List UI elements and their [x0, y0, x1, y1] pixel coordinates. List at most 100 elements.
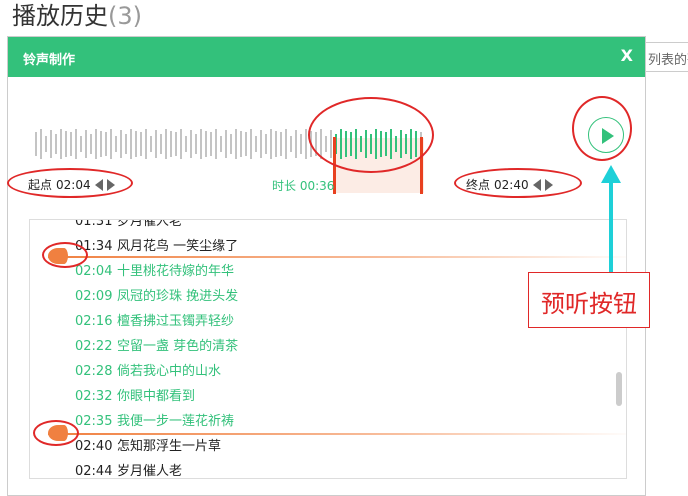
end-marker[interactable]	[48, 425, 626, 441]
waveform-bar	[180, 129, 182, 159]
lyric-row[interactable]: 02:22 空留一盏 芽色的清茶	[75, 335, 238, 354]
waveform-bar	[285, 129, 287, 159]
lyric-time: 02:09	[75, 289, 113, 304]
annotation-arrow-head-icon	[601, 165, 621, 183]
waveform-bar	[200, 129, 202, 159]
waveform-bar	[80, 136, 82, 152]
waveform-bar	[140, 132, 142, 156]
waveform-bar	[230, 134, 232, 154]
waveform-bar	[190, 130, 192, 158]
lyric-row[interactable]: 01:34 风月花鸟 一笑尘缘了	[75, 235, 238, 254]
lyric-time: 01:31	[75, 219, 113, 229]
waveform-bar	[70, 132, 72, 156]
waveform-bar	[295, 130, 297, 158]
waveform-bar	[275, 131, 277, 157]
waveform-bar	[235, 129, 237, 159]
waveform-bar	[60, 129, 62, 159]
waveform-bar	[55, 134, 57, 154]
duration: 时长 00:36	[272, 177, 334, 194]
annotation-circle-selection	[308, 97, 434, 173]
waveform-bar	[175, 132, 177, 156]
lyric-text: 凤冠的珍珠 挽进头发	[117, 289, 239, 304]
waveform-bar	[145, 129, 147, 159]
waveform-bar	[135, 131, 137, 157]
lyric-time: 02:40	[75, 439, 113, 454]
page-title: 播放历史(3)	[12, 0, 142, 31]
waveform-bar	[250, 129, 252, 159]
lyric-time: 02:22	[75, 339, 113, 354]
scrollbar[interactable]	[616, 372, 622, 406]
waveform-bar	[115, 136, 117, 152]
waveform-bar	[120, 130, 122, 158]
annotation-arrow	[609, 180, 613, 280]
waveform-bar	[50, 130, 52, 158]
annotation-circle-end	[454, 168, 582, 198]
lyric-time: 02:35	[75, 414, 113, 429]
dialog-title: 铃声制作	[23, 53, 76, 68]
dialog-header: 铃声制作 X	[8, 37, 645, 77]
lyric-text: 空留一盏 芽色的清茶	[117, 339, 239, 354]
lyric-row[interactable]: 02:28 倘若我心中的山水	[75, 360, 221, 379]
waveform-bar	[160, 134, 162, 154]
lyrics-list[interactable]: 02:44 岁月催人老 02:40 怎知那浮生一片草 02:35 我便一步一莲花祈祷 02:…	[29, 219, 627, 479]
waveform-bar	[155, 130, 157, 158]
lyric-row[interactable]: 01:31 岁月催人老	[75, 219, 182, 229]
page-title-text: 播放历史	[12, 2, 108, 30]
duration-value: 00:36	[299, 179, 335, 193]
lyric-time: 02:44	[75, 464, 113, 479]
lyric-time: 02:04	[75, 264, 113, 279]
waveform-bar	[45, 136, 47, 152]
duration-label: 时长	[272, 179, 297, 193]
waveform-bar	[245, 132, 247, 156]
lyric-row[interactable]: 02:09 凤冠的珍珠 挽进头发	[75, 285, 238, 304]
waveform-bar	[300, 134, 302, 154]
lyric-text: 檀香拂过玉镯弄轻纱	[117, 314, 235, 329]
waveform-bar	[105, 132, 107, 156]
waveform-bar	[270, 129, 272, 159]
lyric-row[interactable]: 02:44 岁月催人老	[75, 460, 183, 479]
lyric-time: 02:16	[75, 314, 113, 329]
history-count: (3)	[108, 2, 142, 30]
waveform-bar	[40, 129, 42, 159]
lyric-text: 我便一步一莲花祈祷	[117, 414, 235, 429]
waveform-bar	[210, 132, 212, 156]
background-input[interactable]: 列表的歌	[645, 42, 688, 72]
waveform-bar	[225, 130, 227, 158]
waveform-bar	[265, 134, 267, 154]
lyric-text: 怎知那浮生一片草	[117, 439, 222, 454]
lyric-time: 02:28	[75, 364, 113, 379]
lyric-row[interactable]: 02:32 你眼中都看到	[75, 385, 195, 404]
annotation-circle-play	[572, 96, 632, 161]
waveform-bar	[170, 131, 172, 157]
start-marker[interactable]	[48, 248, 626, 264]
ringtone-dialog: 铃声制作 X 起点 02:04 时长 00:36 终点 02:40 02:44 岁…	[7, 36, 646, 496]
waveform-bar	[100, 131, 102, 157]
annotation-label: 预听按钮	[528, 272, 650, 328]
lyric-row[interactable]: 02:04 十里桃花待嫁的年华	[75, 260, 234, 279]
close-button[interactable]: X	[621, 46, 633, 65]
lyric-text: 倘若我心中的山水	[117, 364, 222, 379]
annotation-circle-end-pin	[33, 420, 79, 446]
waveform-bar	[205, 131, 207, 157]
waveform-bar	[185, 136, 187, 152]
waveform-bar	[125, 134, 127, 154]
lyric-row[interactable]: 02:40 怎知那浮生一片草	[75, 435, 221, 454]
waveform-bar	[75, 129, 77, 159]
waveform-bar	[220, 136, 222, 152]
lyric-text: 风月花鸟 一笑尘缘了	[117, 239, 239, 254]
waveform-bar	[150, 136, 152, 152]
waveform-bar	[290, 136, 292, 152]
waveform-bar	[90, 134, 92, 154]
lyric-row[interactable]: 02:35 我便一步一莲花祈祷	[75, 410, 234, 429]
waveform-bar	[240, 131, 242, 157]
lyric-row[interactable]: 02:16 檀香拂过玉镯弄轻纱	[75, 310, 234, 329]
lyric-text: 十里桃花待嫁的年华	[117, 264, 235, 279]
lyric-text: 岁月催人老	[117, 464, 183, 479]
waveform-bar	[260, 130, 262, 158]
waveform-bar	[305, 129, 307, 159]
waveform-bar	[35, 132, 37, 156]
waveform-bar	[110, 129, 112, 159]
waveform-bar	[65, 131, 67, 157]
lyric-time: 02:32	[75, 389, 113, 404]
waveform-bar	[255, 136, 257, 152]
